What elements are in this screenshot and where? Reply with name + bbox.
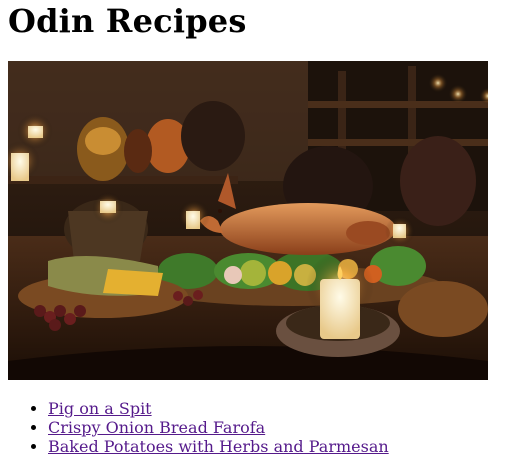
recipe-link-pig-on-a-spit[interactable]: Pig on a Spit — [48, 399, 152, 418]
recipe-list: Pig on a Spit Crispy Onion Bread Farofa … — [8, 399, 389, 456]
list-item: Crispy Onion Bread Farofa — [48, 418, 389, 437]
list-item: Baked Potatoes with Herbs and Parmesan — [48, 437, 389, 456]
page-container: Odin Recipes • Pig on a Spit • Crispy On… — [8, 0, 501, 456]
feast-illustration — [8, 61, 488, 380]
recipe-link-onion-bread-farofa[interactable]: Crispy Onion Bread Farofa — [48, 418, 265, 437]
feast-photo — [8, 61, 488, 380]
page-title: Odin Recipes — [8, 2, 247, 40]
list-item: Pig on a Spit — [48, 399, 389, 418]
recipe-link-baked-potatoes[interactable]: Baked Potatoes with Herbs and Parmesan — [48, 437, 389, 456]
